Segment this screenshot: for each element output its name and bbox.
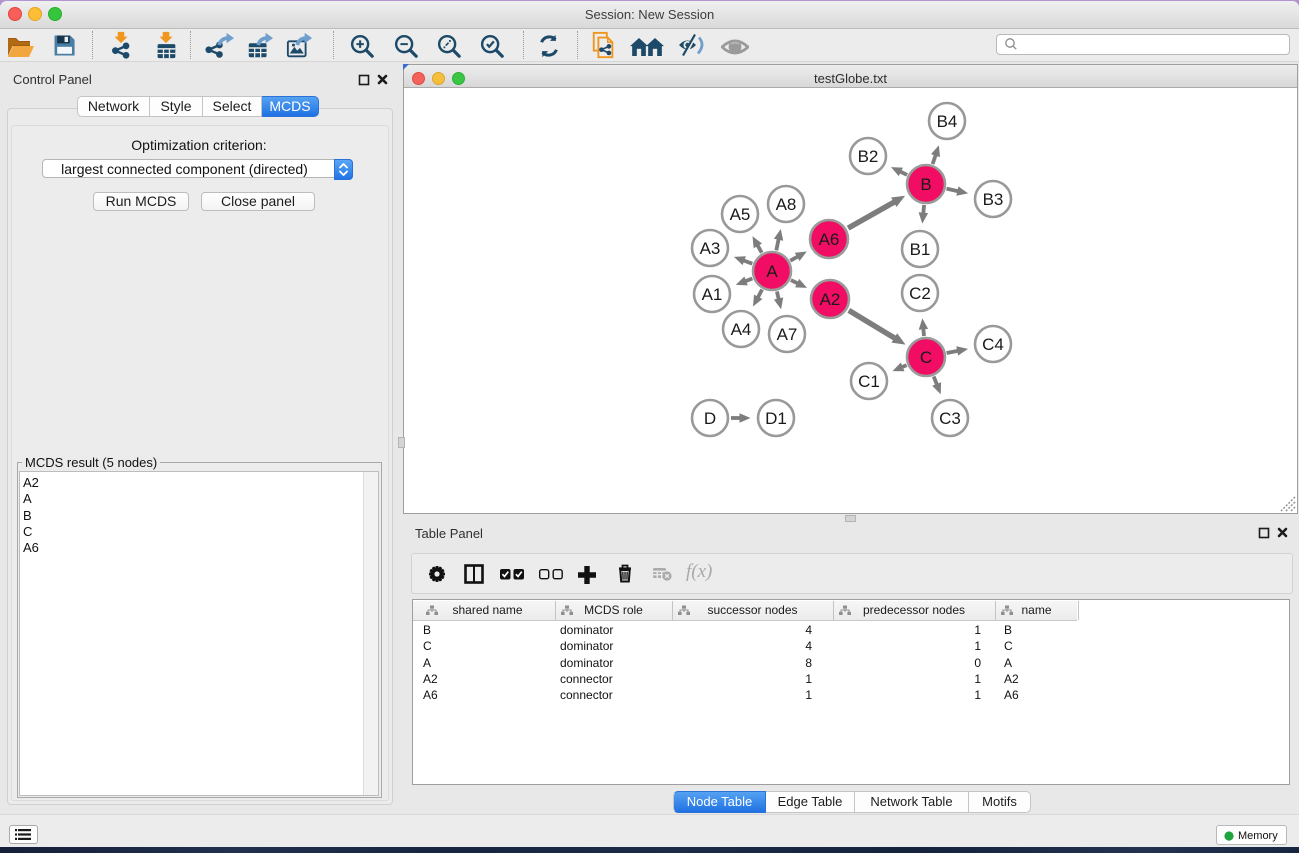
svg-text:C3: C3	[939, 409, 961, 428]
svg-text:A2: A2	[820, 290, 841, 309]
svg-text:B2: B2	[858, 147, 879, 166]
svg-text:A6: A6	[819, 230, 840, 249]
svg-text:C2: C2	[909, 284, 931, 303]
svg-text:A: A	[766, 262, 778, 281]
svg-text:A4: A4	[731, 320, 752, 339]
svg-text:A8: A8	[776, 195, 797, 214]
svg-text:A3: A3	[700, 239, 721, 258]
svg-text:f(x): f(x)	[686, 561, 712, 582]
svg-text:D: D	[704, 409, 716, 428]
svg-text:A1: A1	[702, 285, 723, 304]
svg-text:B4: B4	[937, 112, 958, 131]
svg-text:B1: B1	[910, 240, 931, 259]
svg-text:C4: C4	[982, 335, 1004, 354]
svg-text:A5: A5	[730, 205, 751, 224]
svg-text:A7: A7	[777, 325, 798, 344]
svg-text:C: C	[920, 348, 932, 367]
svg-text:B3: B3	[983, 190, 1004, 209]
svg-text:C1: C1	[858, 372, 880, 391]
svg-text:B: B	[920, 175, 931, 194]
svg-text:D1: D1	[765, 409, 787, 428]
